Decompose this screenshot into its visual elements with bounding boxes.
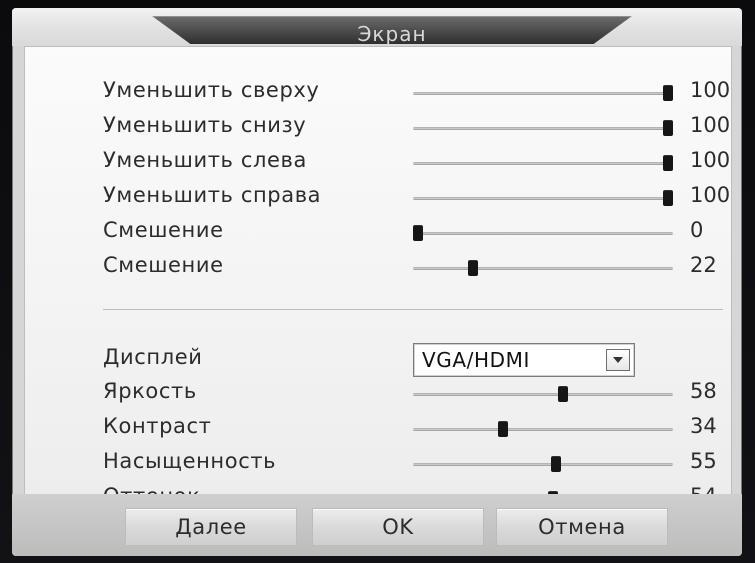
cancel-button-label: Отмена <box>538 515 626 539</box>
slider-label: Яркость <box>103 379 197 403</box>
slider-thumb[interactable] <box>413 225 423 241</box>
title-bar: Экран <box>12 8 742 46</box>
display-dropdown-button[interactable] <box>606 349 630 371</box>
screen: Экран Уменьшить сверху 100 Уменьшить сни… <box>0 0 755 563</box>
settings-panel: Уменьшить сверху 100 Уменьшить снизу 100… <box>24 46 732 508</box>
slider-track[interactable] <box>413 428 673 431</box>
slider-label: Контраст <box>103 414 212 438</box>
window-title: Экран <box>357 22 427 46</box>
ok-button[interactable]: OK <box>312 508 484 546</box>
slider-row-contrast: Контраст 34 <box>25 412 731 444</box>
slider-thumb[interactable] <box>468 260 478 276</box>
slider-track[interactable] <box>413 162 673 165</box>
screen-settings-window: Экран Уменьшить сверху 100 Уменьшить сни… <box>12 8 742 556</box>
slider-value: 58 <box>690 379 717 403</box>
slider-label: Уменьшить справа <box>103 183 322 207</box>
slider-label: Насыщенность <box>103 449 277 473</box>
slider-thumb[interactable] <box>663 120 673 136</box>
slider[interactable] <box>413 456 673 472</box>
slider-thumb[interactable] <box>663 85 673 101</box>
section-divider <box>103 309 723 310</box>
slider-track[interactable] <box>413 197 673 200</box>
slider[interactable] <box>413 85 673 101</box>
slider[interactable] <box>413 260 673 276</box>
slider-value: 100 <box>690 78 731 102</box>
slider[interactable] <box>413 421 673 437</box>
slider-row-crop-bottom: Уменьшить снизу 100 <box>25 111 731 143</box>
display-selected-value: VGA/HDMI <box>422 348 530 372</box>
display-select[interactable]: VGA/HDMI <box>413 343 635 377</box>
slider-track[interactable] <box>413 463 673 466</box>
slider-value: 100 <box>690 148 731 172</box>
slider[interactable] <box>413 190 673 206</box>
chevron-down-icon <box>613 357 623 363</box>
slider[interactable] <box>413 225 673 241</box>
cancel-button[interactable]: Отмена <box>496 508 668 546</box>
slider-track[interactable] <box>413 267 673 270</box>
slider-row-crop-left: Уменьшить слева 100 <box>25 146 731 178</box>
footer-bar: Далее OK Отмена <box>12 494 742 556</box>
ok-button-label: OK <box>382 515 414 539</box>
slider-row-saturation: Насыщенность 55 <box>25 447 731 479</box>
next-button-label: Далее <box>175 515 247 539</box>
slider-value: 55 <box>690 449 717 473</box>
slider-label: Смешение <box>103 218 224 242</box>
slider-track[interactable] <box>413 393 673 396</box>
slider[interactable] <box>413 386 673 402</box>
title-tab: Экран <box>152 16 632 44</box>
slider[interactable] <box>413 155 673 171</box>
slider-track[interactable] <box>413 92 673 95</box>
slider-row-crop-top: Уменьшить сверху 100 <box>25 76 731 108</box>
slider-value: 22 <box>690 253 717 277</box>
slider-value: 100 <box>690 183 731 207</box>
slider-row-shift-1: Смешение 0 <box>25 216 731 248</box>
slider-thumb[interactable] <box>498 421 508 437</box>
slider-thumb[interactable] <box>551 456 561 472</box>
slider-label: Уменьшить сверху <box>103 78 320 102</box>
slider-row-shift-2: Смешение 22 <box>25 251 731 283</box>
display-label: Дисплей <box>103 345 203 369</box>
slider[interactable] <box>413 120 673 136</box>
next-button[interactable]: Далее <box>125 508 297 546</box>
slider-label: Уменьшить снизу <box>103 113 307 137</box>
slider-row-brightness: Яркость 58 <box>25 377 731 409</box>
slider-row-crop-right: Уменьшить справа 100 <box>25 181 731 213</box>
slider-label: Уменьшить слева <box>103 148 307 172</box>
slider-value: 0 <box>690 218 704 242</box>
slider-value: 34 <box>690 414 717 438</box>
slider-thumb[interactable] <box>558 386 568 402</box>
slider-track[interactable] <box>413 127 673 130</box>
slider-value: 100 <box>690 113 731 137</box>
slider-track[interactable] <box>413 232 673 235</box>
slider-thumb[interactable] <box>663 155 673 171</box>
slider-thumb[interactable] <box>663 190 673 206</box>
slider-label: Смешение <box>103 253 224 277</box>
